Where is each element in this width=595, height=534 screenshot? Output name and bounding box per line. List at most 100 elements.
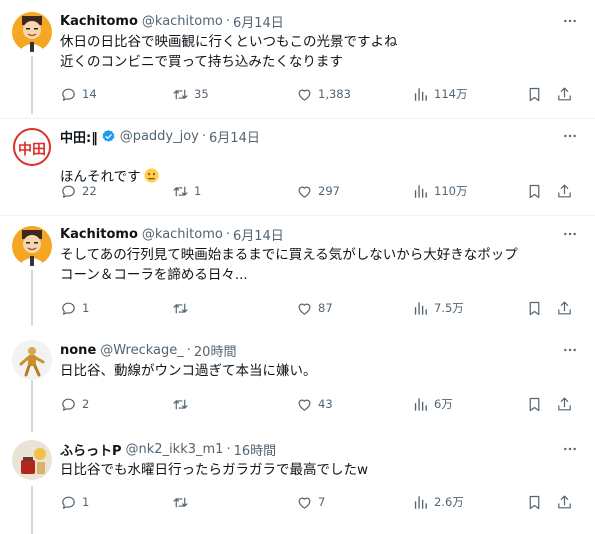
more-icon[interactable]	[559, 11, 581, 31]
views-button[interactable]: 110万	[412, 181, 467, 201]
like-button[interactable]: 1,383	[296, 84, 351, 104]
avatar[interactable]	[12, 440, 52, 480]
share-button[interactable]	[556, 181, 573, 201]
share-button[interactable]	[556, 84, 573, 104]
tweet-text: 休日の日比谷で映画観に行くといつもこの光景ですよね 近くのコンビニで買って持ち込…	[60, 34, 398, 70]
reply-icon	[62, 185, 75, 198]
timestamp[interactable]: 6月14日	[233, 12, 284, 31]
more-icon[interactable]	[559, 340, 581, 360]
bookmark-button[interactable]	[526, 394, 543, 414]
retweet-icon	[173, 303, 188, 313]
reply-icon	[62, 398, 75, 411]
tweet-actions: 1 87 7.5万	[60, 298, 581, 318]
timestamp[interactable]: 16時間	[234, 440, 277, 459]
avatar[interactable]	[12, 340, 52, 380]
retweet-count: 1	[194, 184, 202, 198]
tweet[interactable]: Kachitomo @kachitomo · 6月14日 そしてあの行列見て映画…	[0, 216, 595, 326]
like-button[interactable]: 297	[296, 181, 340, 201]
display-name[interactable]: none	[60, 343, 96, 358]
bookmark-button[interactable]	[526, 492, 543, 512]
share-button[interactable]	[556, 394, 573, 414]
user-handle[interactable]: @nk2_ikk3_m1	[126, 442, 224, 457]
share-button[interactable]	[556, 298, 573, 318]
views-icon	[414, 87, 427, 101]
reply-icon	[62, 88, 75, 101]
display-name[interactable]: Kachitomo	[60, 227, 138, 242]
tweet[interactable]: Kachitomo @kachitomo · 6月14日 休日の日比谷で映画観に…	[0, 0, 595, 118]
bookmark-icon	[529, 397, 540, 411]
separator-dot: ·	[225, 226, 230, 242]
user-handle[interactable]: @kachitomo	[142, 227, 223, 242]
retweet-button[interactable]: 35	[172, 84, 209, 104]
tweet-actions: 1 7 2.6万	[60, 492, 581, 512]
views-button[interactable]: 2.6万	[412, 492, 464, 512]
bookmark-icon	[529, 301, 540, 315]
share-button[interactable]	[556, 492, 573, 512]
heart-icon	[298, 303, 311, 315]
tweet-header: Kachitomo @kachitomo · 6月14日	[60, 11, 581, 31]
tweet-header: Kachitomo @kachitomo · 6月14日	[60, 224, 581, 244]
bookmark-icon	[529, 184, 540, 198]
share-icon	[558, 184, 571, 197]
avatar[interactable]	[12, 12, 52, 52]
view-count: 2.6万	[434, 495, 464, 509]
reply-button[interactable]: 1	[60, 492, 89, 512]
views-icon	[414, 397, 427, 411]
tweet[interactable]: none @Wreckage_ · 20時間 日比谷、動線がウンコ過ぎて本当に嫌…	[0, 330, 595, 430]
tweet-header: 中田:‖ @paddy_joy · 6月14日	[60, 126, 581, 146]
timestamp[interactable]: 20時間	[194, 341, 237, 360]
retweet-button[interactable]	[172, 394, 194, 414]
reply-button[interactable]: 2	[60, 394, 89, 414]
retweet-button[interactable]: 1	[172, 181, 201, 201]
user-handle[interactable]: @paddy_joy	[120, 129, 199, 144]
separator-dot: ·	[201, 128, 207, 144]
tweet[interactable]: 中田 中田:‖ @paddy_joy · 6月14日 ほんそれです 22 1 2…	[0, 119, 595, 215]
like-count: 43	[318, 397, 333, 411]
retweet-button[interactable]	[172, 298, 194, 318]
separator-dot: ·	[226, 441, 231, 457]
reply-button[interactable]: 1	[60, 298, 89, 318]
separator-dot: ·	[186, 342, 191, 358]
timestamp[interactable]: 6月14日	[209, 127, 260, 146]
user-handle[interactable]: @Wreckage_	[100, 343, 184, 358]
retweet-icon	[173, 497, 188, 507]
retweet-button[interactable]	[172, 492, 194, 512]
bookmark-button[interactable]	[526, 181, 543, 201]
reply-button[interactable]: 14	[60, 84, 97, 104]
like-button[interactable]: 7	[296, 492, 325, 512]
avatar[interactable]: 中田	[12, 127, 52, 167]
user-handle[interactable]: @kachitomo	[142, 14, 223, 29]
bookmark-button[interactable]	[526, 298, 543, 318]
views-button[interactable]: 6万	[412, 394, 453, 414]
reply-icon	[62, 302, 75, 315]
views-icon	[414, 301, 427, 315]
like-button[interactable]: 43	[296, 394, 333, 414]
more-icon[interactable]	[559, 439, 581, 459]
tweet-text: 日比谷、動線がウンコ過ぎて本当に嫌い。	[60, 363, 317, 379]
share-icon	[558, 397, 571, 410]
like-count: 297	[318, 184, 340, 198]
display-name[interactable]: ふらっトP	[60, 440, 122, 459]
reply-count: 1	[82, 301, 90, 315]
heart-icon	[298, 399, 311, 411]
reply-button[interactable]: 22	[60, 181, 97, 201]
tweet[interactable]: ふらっトP @nk2_ikk3_m1 · 16時間 日比谷でも水曜日行ったらガラ…	[0, 434, 595, 534]
views-button[interactable]: 7.5万	[412, 298, 464, 318]
more-icon[interactable]	[559, 126, 581, 146]
display-name[interactable]: 中田:‖	[60, 127, 98, 146]
more-icon[interactable]	[559, 224, 581, 244]
like-button[interactable]: 87	[296, 298, 333, 318]
bookmark-icon	[529, 495, 540, 509]
reply-count: 14	[82, 87, 97, 101]
tweet-actions: 14 35 1,383 114万	[60, 84, 581, 104]
view-count: 7.5万	[434, 301, 464, 315]
avatar-stamp-text: 中田	[18, 141, 46, 158]
views-button[interactable]: 114万	[412, 84, 467, 104]
bookmark-button[interactable]	[526, 84, 543, 104]
avatar[interactable]	[12, 226, 52, 266]
heart-icon	[298, 497, 311, 509]
reply-count: 2	[82, 397, 90, 411]
views-icon	[414, 495, 427, 509]
display-name[interactable]: Kachitomo	[60, 14, 138, 29]
timestamp[interactable]: 6月14日	[233, 225, 284, 244]
